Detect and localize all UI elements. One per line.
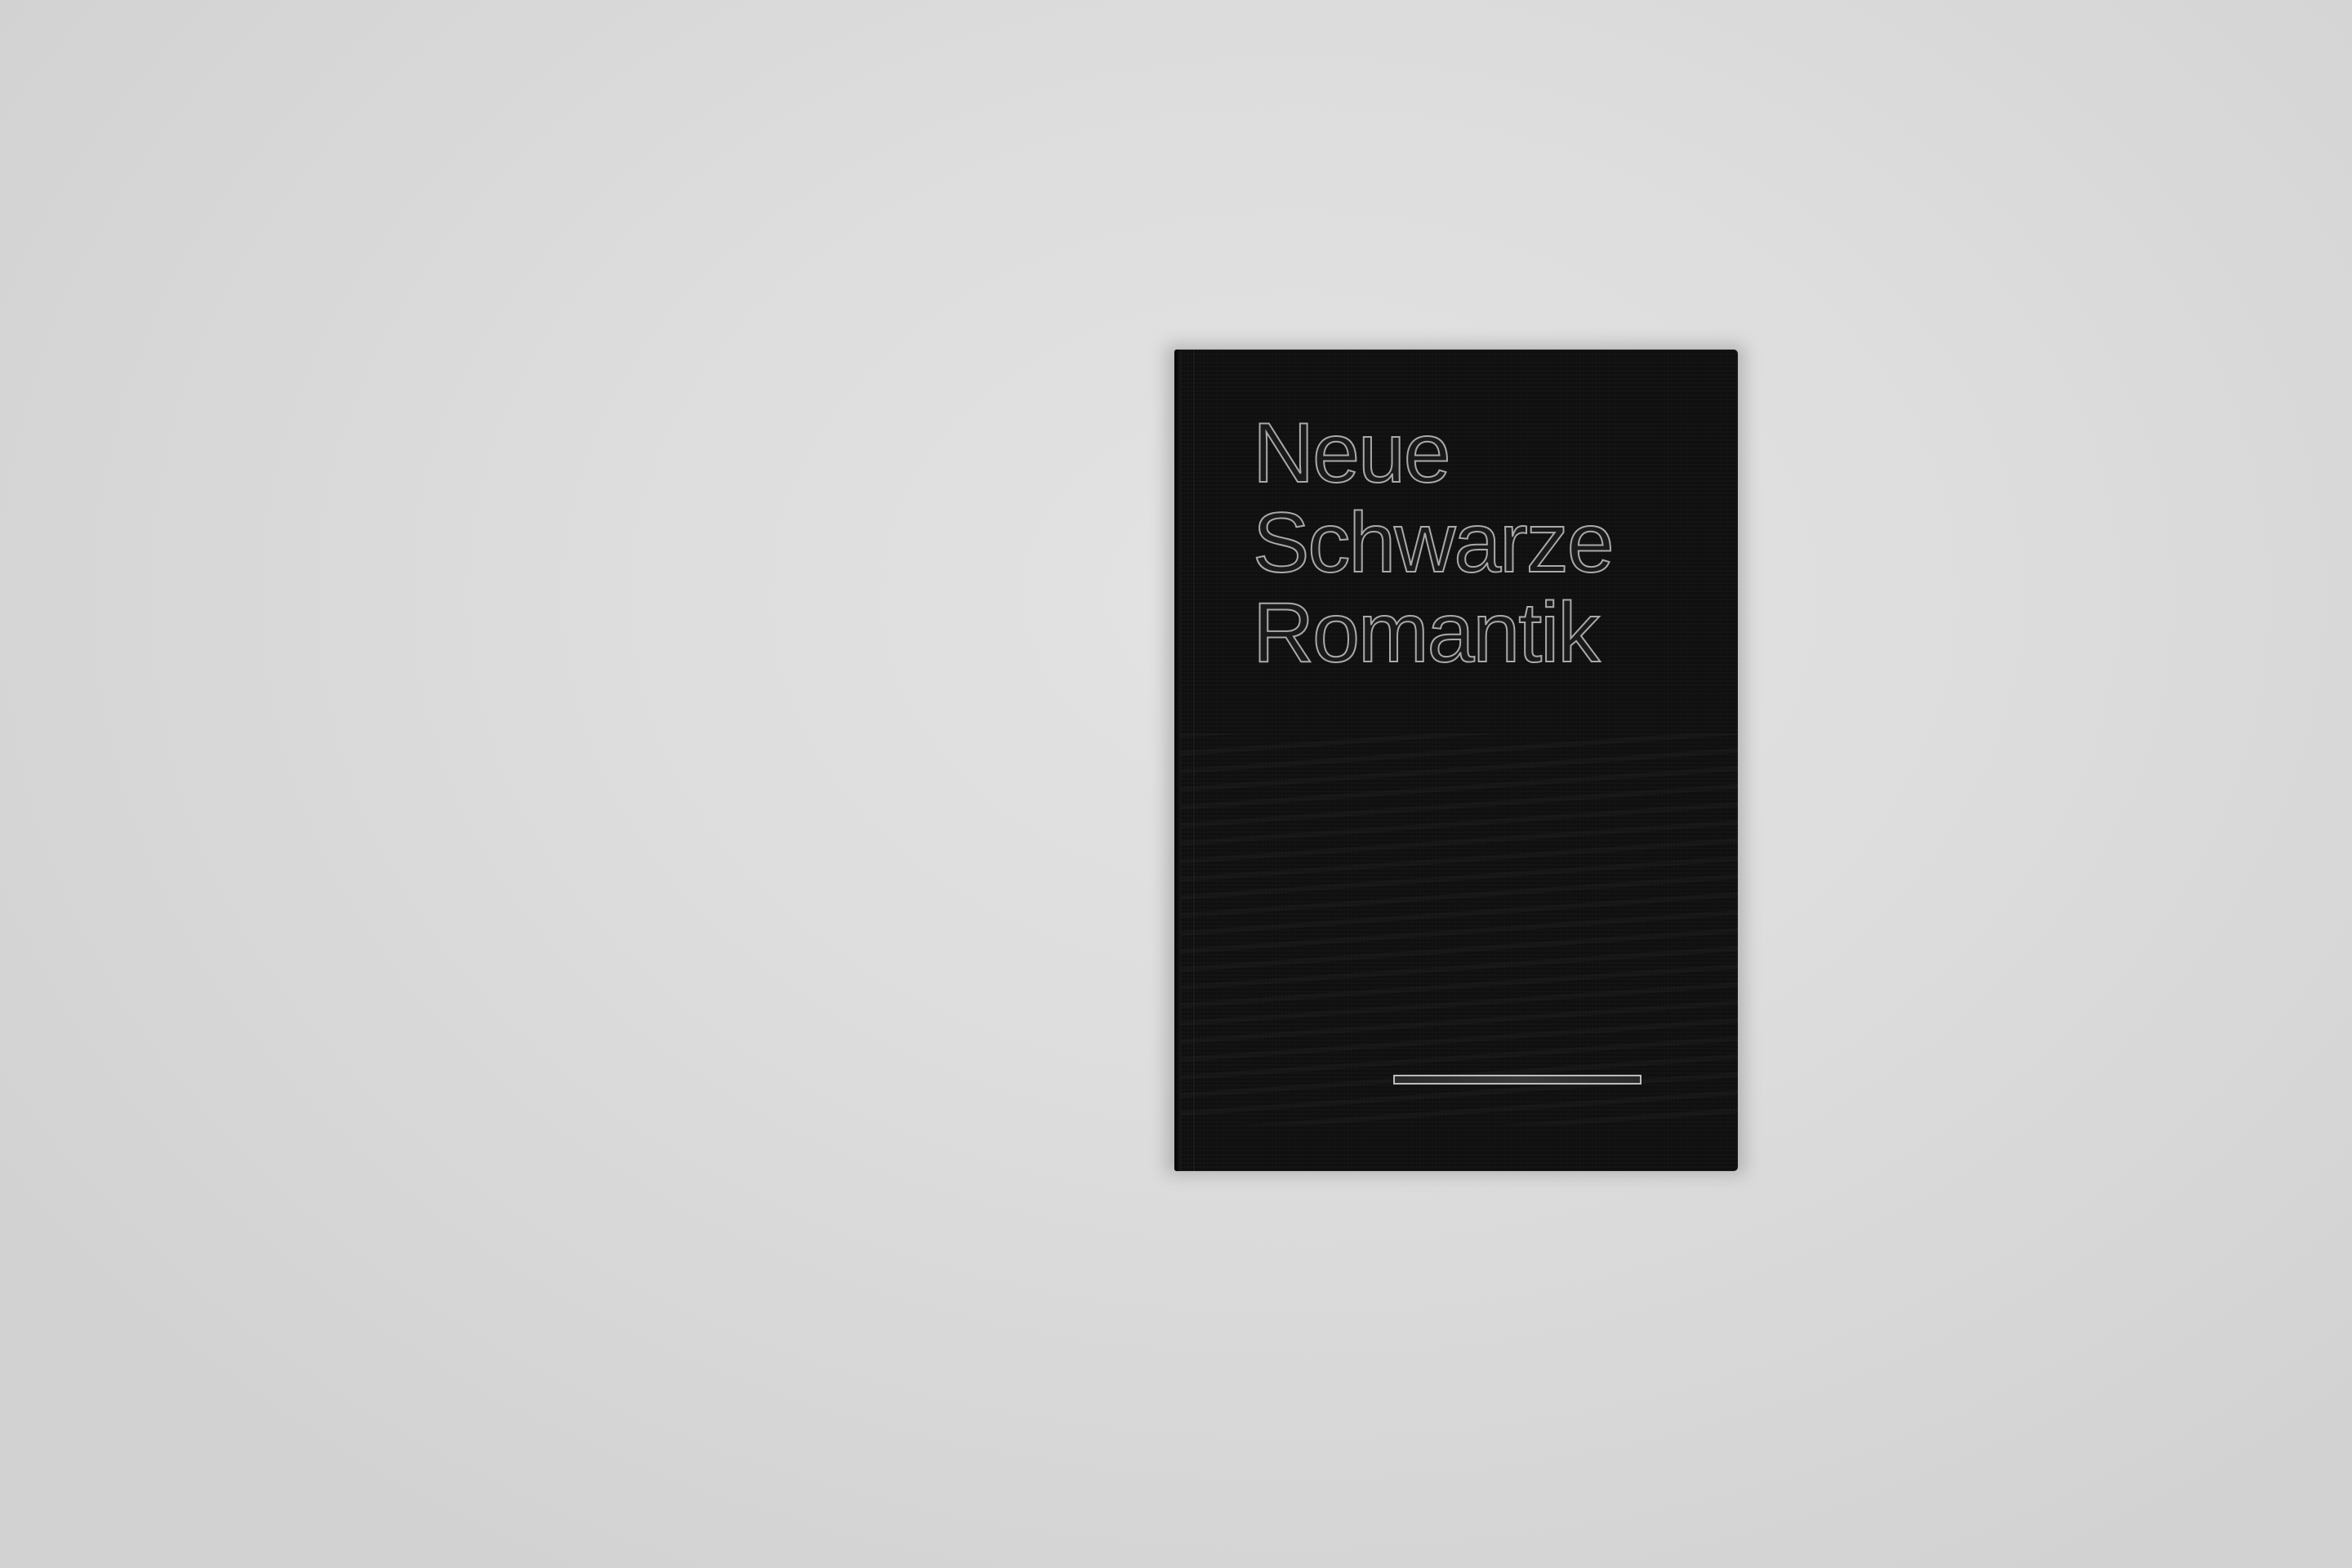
title-line-1: Neue [1252, 406, 1452, 501]
cover-hinge [1192, 350, 1196, 1171]
spine-edge [1174, 350, 1181, 1171]
title-line-2: Schwarze [1252, 496, 1615, 590]
book-title: Neue Schwarze Romantik [1252, 406, 1615, 680]
foil-bar [1393, 1075, 1642, 1085]
moire-pattern [1174, 733, 1738, 1125]
book-cover: Neue Schwarze Romantik [1174, 350, 1738, 1171]
title-line-3: Romantik [1252, 586, 1601, 680]
